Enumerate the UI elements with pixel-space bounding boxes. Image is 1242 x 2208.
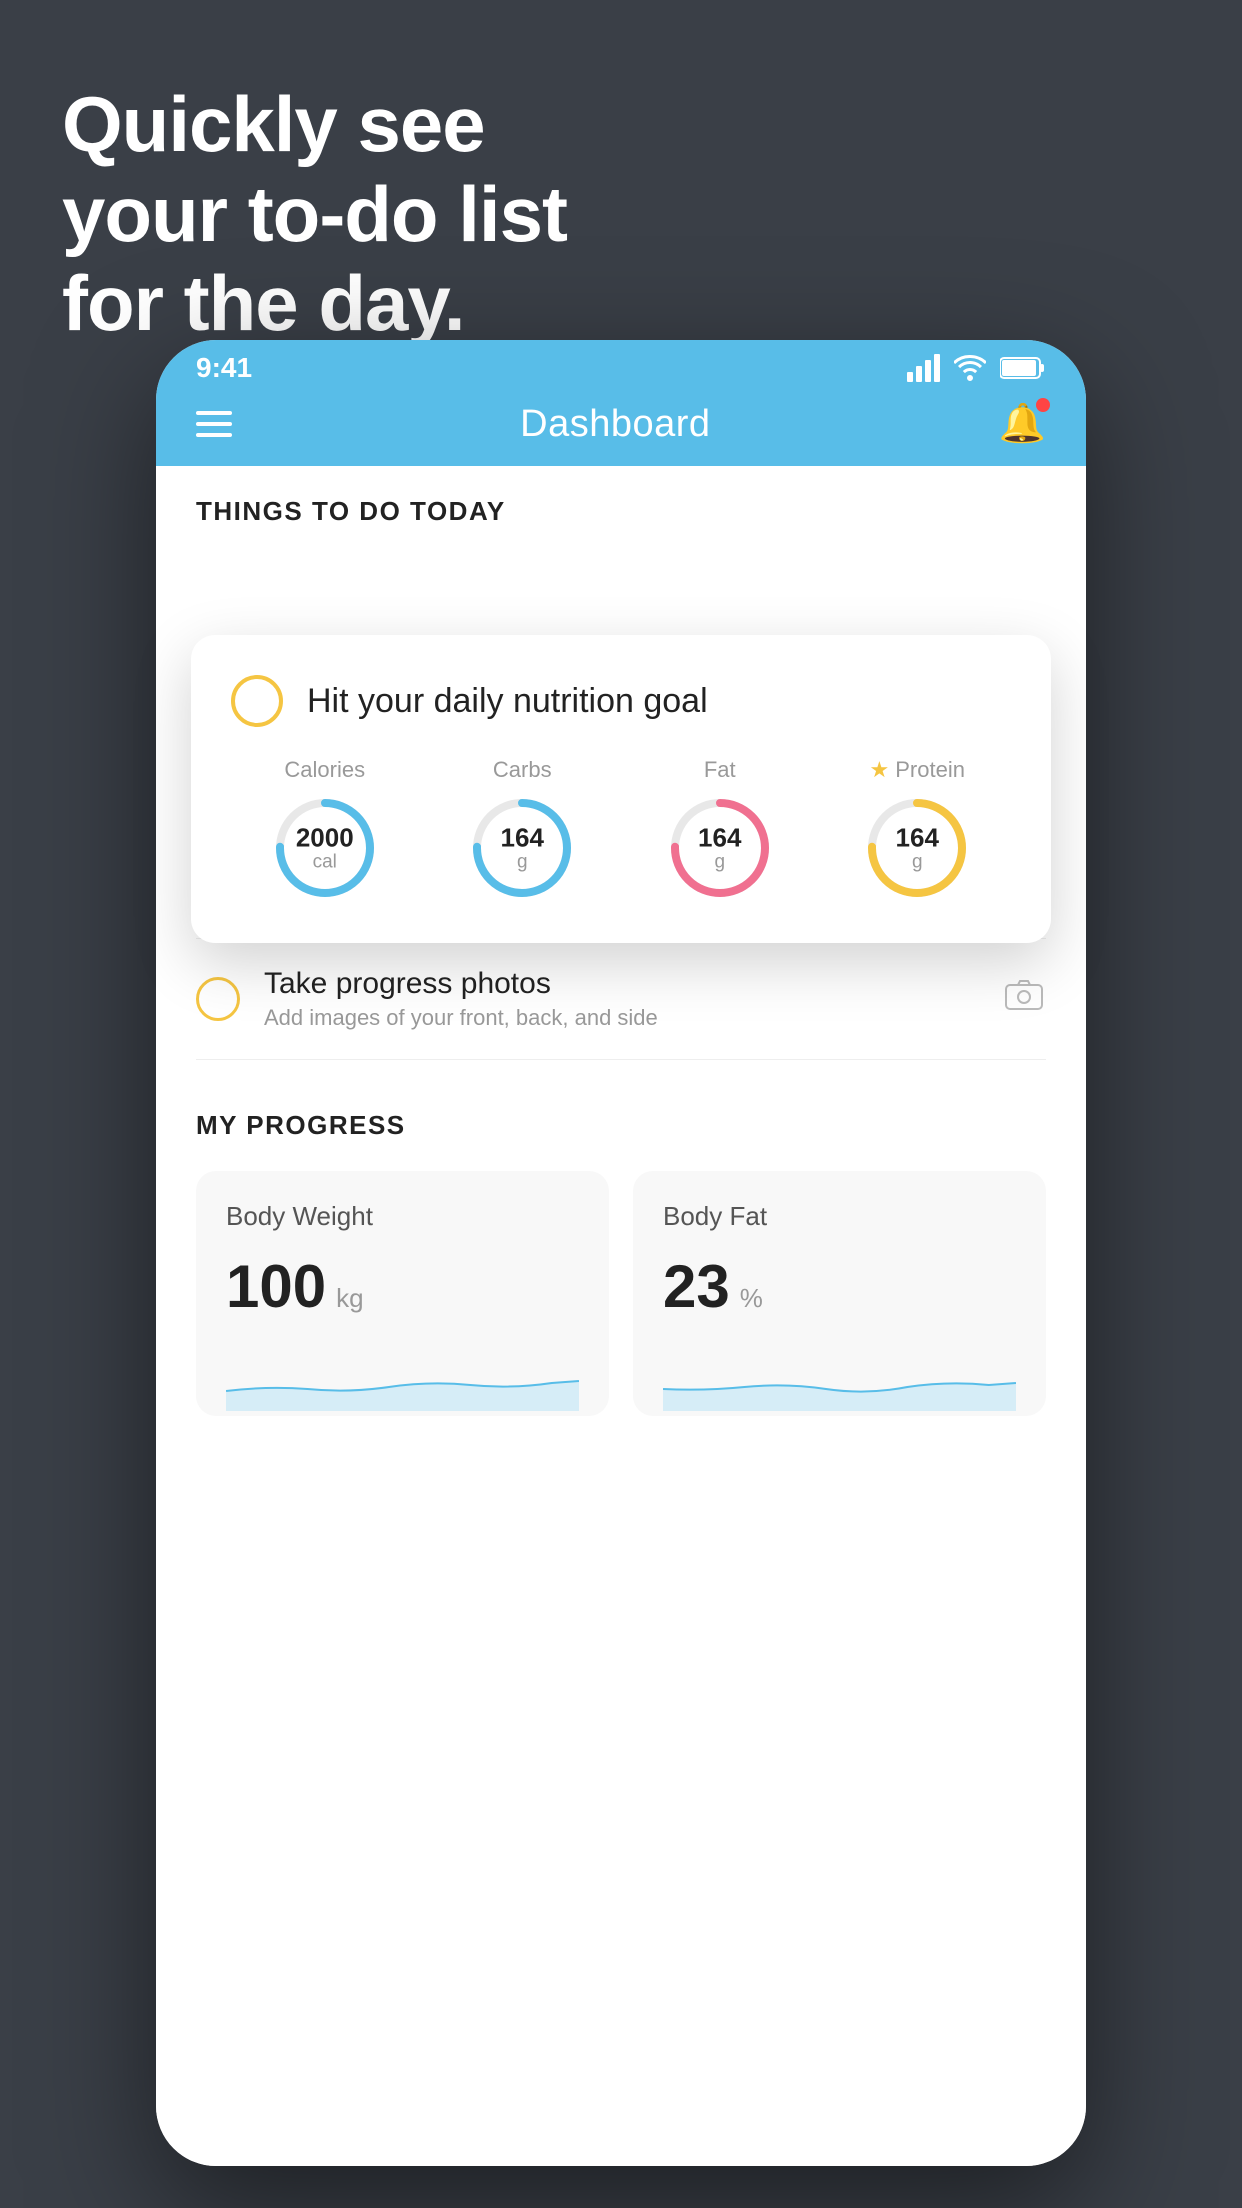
phone-mockup: 9:41 Dashboard (156, 340, 1086, 2166)
progress-fat-chart (663, 1351, 1016, 1411)
nutrition-card[interactable]: Hit your daily nutrition goal Calories 2… (191, 635, 1051, 943)
progress-card-fat-title: Body Fat (663, 1201, 1016, 1232)
nutrition-circle-protein: 164 g (862, 793, 972, 903)
nutrition-item-protein: ★ Protein 164 g (862, 757, 972, 903)
carbs-value: 164 (501, 823, 544, 852)
protein-label-row: ★ Protein (870, 757, 965, 783)
protein-unit: g (896, 852, 939, 873)
nutrition-check-circle (231, 675, 283, 727)
nutrition-circle-carbs: 164 g (467, 793, 577, 903)
nutrition-circle-fat: 164 g (665, 793, 775, 903)
fat-value: 164 (698, 823, 741, 852)
status-bar: 9:41 (156, 340, 1086, 392)
progress-fat-value: 23 (663, 1252, 730, 1321)
photo-icon (1002, 973, 1046, 1026)
nutrition-label-calories: Calories (284, 757, 365, 783)
progress-card-weight-title: Body Weight (226, 1201, 579, 1232)
nutrition-row: Calories 2000 cal Carbs (231, 757, 1011, 903)
fat-unit: g (698, 852, 741, 873)
nutrition-label-fat: Fat (704, 757, 736, 783)
progress-section-title: MY PROGRESS (196, 1110, 1046, 1141)
nutrition-label-protein: Protein (895, 757, 965, 783)
star-icon: ★ (870, 757, 890, 783)
nav-bar: Dashboard 🔔 (156, 392, 1086, 466)
hero-text: Quickly see your to-do list for the day. (62, 80, 567, 349)
things-todo-header: THINGS TO DO TODAY (156, 466, 1086, 537)
progress-card-fat[interactable]: Body Fat 23 % (633, 1171, 1046, 1416)
status-icons (907, 354, 1046, 382)
todo-title-photos: Take progress photos (264, 967, 982, 1001)
calories-value: 2000 (296, 823, 354, 852)
progress-fat-unit: % (740, 1283, 763, 1314)
progress-cards: Body Weight 100 kg Body Fat 23 % (196, 1171, 1046, 1416)
wifi-icon (954, 355, 986, 381)
progress-weight-unit: kg (336, 1283, 363, 1314)
progress-section: MY PROGRESS Body Weight 100 kg Bod (156, 1060, 1086, 1456)
hamburger-icon[interactable] (196, 411, 232, 437)
nutrition-item-carbs: Carbs 164 g (467, 757, 577, 903)
nutrition-item-fat: Fat 164 g (665, 757, 775, 903)
todo-item-photos[interactable]: Take progress photos Add images of your … (196, 939, 1046, 1060)
hero-line3: for the day. (62, 259, 567, 349)
nutrition-card-title: Hit your daily nutrition goal (307, 682, 708, 721)
progress-weight-chart (226, 1351, 579, 1411)
nutrition-card-title-row: Hit your daily nutrition goal (231, 675, 1011, 727)
bell-icon[interactable]: 🔔 (999, 402, 1046, 446)
todo-subtitle-photos: Add images of your front, back, and side (264, 1005, 982, 1031)
progress-card-weight[interactable]: Body Weight 100 kg (196, 1171, 609, 1416)
nav-title: Dashboard (520, 403, 710, 446)
todo-text-photos: Take progress photos Add images of your … (264, 967, 982, 1031)
battery-icon (1000, 356, 1046, 380)
signal-icon (907, 354, 940, 382)
progress-weight-value-row: 100 kg (226, 1252, 579, 1321)
protein-value: 164 (896, 823, 939, 852)
carbs-unit: g (501, 852, 544, 873)
progress-weight-value: 100 (226, 1252, 326, 1321)
bell-dot (1036, 398, 1050, 412)
nutrition-label-carbs: Carbs (493, 757, 552, 783)
progress-fat-value-row: 23 % (663, 1252, 1016, 1321)
status-time: 9:41 (196, 352, 252, 384)
todo-circle-photos (196, 977, 240, 1021)
hero-line2: your to-do list (62, 170, 567, 260)
nutrition-item-calories: Calories 2000 cal (270, 757, 380, 903)
hero-line1: Quickly see (62, 80, 567, 170)
nutrition-circle-calories: 2000 cal (270, 793, 380, 903)
calories-unit: cal (296, 852, 354, 873)
